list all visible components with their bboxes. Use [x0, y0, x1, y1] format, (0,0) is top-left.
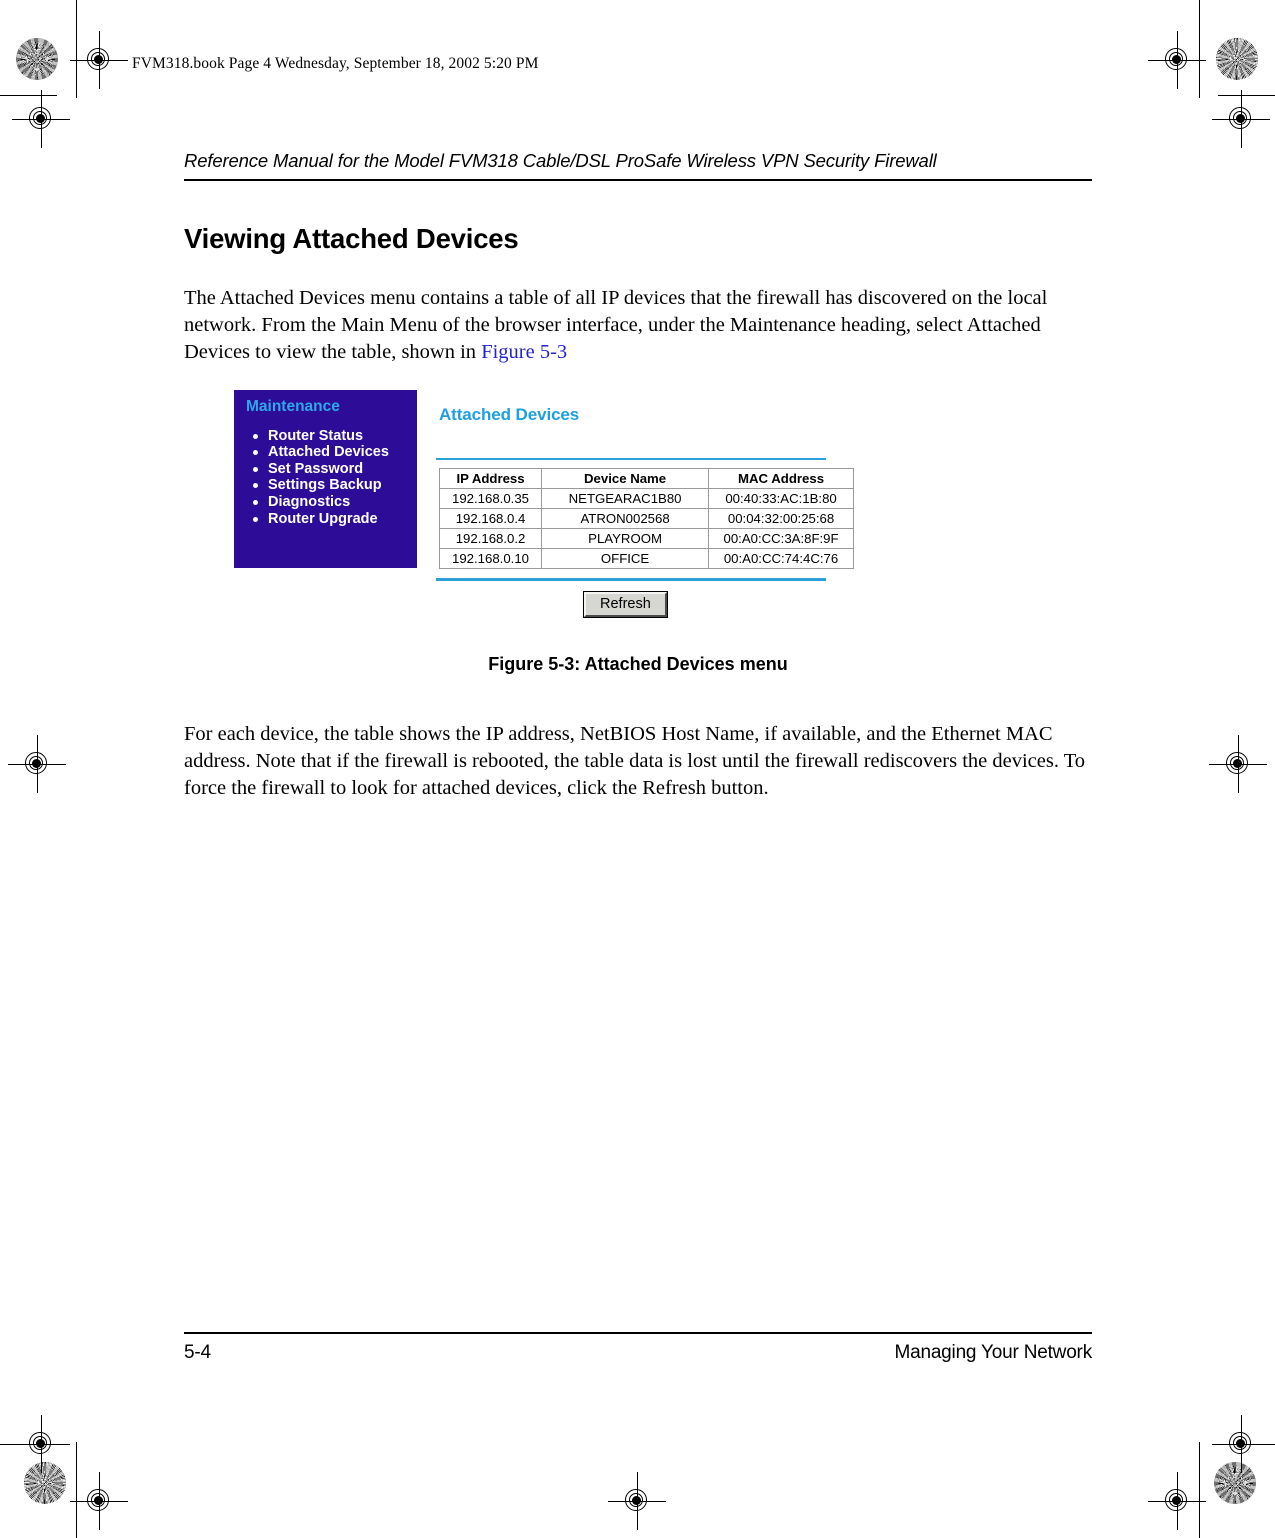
- running-header: Reference Manual for the Model FVM318 Ca…: [184, 150, 937, 171]
- menu-item-diagnostics[interactable]: Diagnostics: [252, 494, 417, 511]
- attached-devices-heading: Attached Devices: [439, 404, 580, 424]
- registration-rosette-bottom-left: [24, 1462, 66, 1504]
- cell-mac-address: 00:04:32:00:25:68: [708, 508, 854, 530]
- cell-ip-address: 192.168.0.2: [438, 528, 543, 550]
- registration-target-bottom-center: [608, 1472, 666, 1530]
- maintenance-menu-list: Router Status Attached Devices Set Passw…: [234, 428, 417, 528]
- page-footer: 5-4 Managing Your Network: [184, 1332, 1092, 1364]
- column-header-ip-address: IP Address: [438, 468, 543, 490]
- header-rule: [184, 179, 1092, 181]
- cell-mac-address: 00:A0:CC:3A:8F:9F: [708, 528, 854, 550]
- table-row: 192.168.0.2 PLAYROOM 00:A0:CC:3A:8F:9F: [438, 528, 854, 550]
- trim-line-top-right-vertical: [1199, 0, 1201, 98]
- registration-target-bottom-left: [70, 1472, 128, 1530]
- cell-ip-address: 192.168.0.10: [438, 548, 543, 570]
- table-row: 192.168.0.35 NETGEARAC1B80 00:40:33:AC:1…: [438, 488, 854, 510]
- maintenance-menu-panel: Maintenance Router Status Attached Devic…: [234, 389, 417, 568]
- intro-paragraph-text: The Attached Devices menu contains a tab…: [184, 286, 1048, 363]
- footer-page-number: 5-4: [184, 1341, 211, 1363]
- document-page: FVM318.book Page 4 Wednesday, September …: [0, 0, 1275, 1538]
- column-header-mac-address: MAC Address: [708, 468, 854, 490]
- trim-line-top-left-vertical: [76, 0, 78, 98]
- registration-target-lower-right: [1212, 1415, 1270, 1473]
- intro-paragraph: The Attached Devices menu contains a tab…: [184, 285, 1092, 366]
- maintenance-menu-title: Maintenance: [246, 397, 340, 415]
- registration-target-bottom-right: [1148, 1472, 1206, 1530]
- registration-target-upper-left: [12, 90, 70, 148]
- cell-device-name: OFFICE: [541, 548, 710, 570]
- trim-line-top-right-horizontal: [1218, 95, 1275, 97]
- registration-target-lower-left: [12, 1415, 70, 1473]
- figure-caption: Figure 5-3: Attached Devices menu: [488, 653, 788, 674]
- panel-divider-bottom: [436, 578, 826, 581]
- registration-target-top-left: [70, 31, 128, 89]
- registration-rosette-top-right: [1216, 38, 1258, 80]
- registration-target-middle-left: [8, 735, 66, 793]
- cell-ip-address: 192.168.0.4: [438, 508, 543, 530]
- column-header-device-name: Device Name: [541, 468, 710, 490]
- menu-item-router-status[interactable]: Router Status: [252, 428, 417, 445]
- attached-devices-table: IP Address Device Name MAC Address 192.1…: [438, 468, 854, 570]
- menu-item-router-upgrade[interactable]: Router Upgrade: [252, 511, 417, 528]
- body-paragraph: For each device, the table shows the IP …: [184, 722, 1086, 799]
- menu-item-set-password[interactable]: Set Password: [252, 461, 417, 478]
- table-row: 192.168.0.10 OFFICE 00:A0:CC:74:4C:76: [438, 548, 854, 570]
- figure-attached-devices-menu: Maintenance Router Status Attached Devic…: [184, 382, 1092, 618]
- table-row: 192.168.0.4 ATRON002568 00:04:32:00:25:6…: [438, 508, 854, 530]
- cell-device-name: ATRON002568: [541, 508, 710, 530]
- menu-item-settings-backup[interactable]: Settings Backup: [252, 477, 417, 494]
- cell-device-name: PLAYROOM: [541, 528, 710, 550]
- registration-target-top-right: [1148, 31, 1206, 89]
- refresh-button-row: Refresh: [434, 590, 854, 618]
- registration-rosette-top-left: [16, 38, 58, 80]
- refresh-button[interactable]: Refresh: [583, 590, 668, 618]
- registration-rosette-bottom-right: [1214, 1462, 1256, 1504]
- book-file-note: FVM318.book Page 4 Wednesday, September …: [132, 55, 539, 72]
- attached-devices-panel: Attached Devices IP Address Device Name …: [434, 390, 854, 618]
- cell-mac-address: 00:40:33:AC:1B:80: [708, 488, 854, 510]
- page-title: Viewing Attached Devices: [184, 222, 519, 254]
- trim-line-bottom-right-horizontal: [1218, 1444, 1275, 1446]
- cell-device-name: NETGEARAC1B80: [541, 488, 710, 510]
- footer-rule: [184, 1332, 1092, 1334]
- cell-ip-address: 192.168.0.35: [438, 488, 543, 510]
- figure-cross-reference-link[interactable]: Figure 5-3: [481, 341, 567, 363]
- registration-target-upper-right: [1212, 90, 1270, 148]
- menu-item-attached-devices[interactable]: Attached Devices: [252, 444, 417, 461]
- cell-mac-address: 00:A0:CC:74:4C:76: [708, 548, 854, 570]
- trim-line-bottom-left-vertical: [76, 1442, 78, 1538]
- content-column: Reference Manual for the Model FVM318 Ca…: [184, 150, 1092, 802]
- registration-target-middle-right: [1209, 735, 1267, 793]
- trim-line-bottom-right-vertical: [1199, 1442, 1201, 1538]
- table-header-row: IP Address Device Name MAC Address: [438, 468, 854, 490]
- footer-chapter-title: Managing Your Network: [894, 1341, 1092, 1363]
- panel-divider-top: [436, 457, 826, 461]
- trim-line-bottom-left-horizontal: [0, 1444, 57, 1446]
- trim-line-top-left-horizontal: [0, 95, 57, 97]
